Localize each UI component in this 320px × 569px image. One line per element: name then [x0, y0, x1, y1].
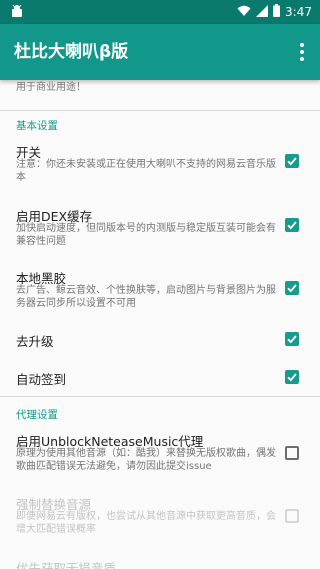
- preference-list[interactable]: 欢迎使用杜比大喇叭，本模块仅供学习交流使用且公开免费，严禁用于商业用途！ 基本设…: [0, 80, 320, 569]
- pref-switch-checkbox[interactable]: [285, 154, 299, 168]
- pref-local-black-checkbox[interactable]: [285, 281, 299, 295]
- pref-dex-cache-summary: 加快启动速度，但同版本号的内测版与稳定版互装可能会有兼容性问题: [16, 223, 276, 247]
- pref-auto-sign-checkbox[interactable]: [285, 370, 299, 384]
- pref-force-replace-summary: 即便网易云有版权，也尝试从其他音源中获取更高音质，会增大匹配错误概率: [16, 511, 276, 535]
- signal-icon: [256, 4, 269, 20]
- section-proxy-settings: 代理设置: [16, 409, 58, 421]
- status-time: 3:47: [285, 5, 312, 19]
- check-icon: [287, 221, 297, 230]
- pref-unblock-checkbox[interactable]: [285, 446, 299, 460]
- battery-icon: [273, 4, 281, 20]
- check-icon: [287, 157, 297, 166]
- status-bar: 3:47: [0, 0, 320, 24]
- welcome-text: 欢迎使用杜比大喇叭，本模块仅供学习交流使用且公开免费，严禁用于商业用途！: [16, 82, 86, 93]
- pref-priority-lossless-title: 优先获取无损音质: [16, 561, 117, 569]
- pref-dex-cache-checkbox[interactable]: [285, 218, 299, 232]
- pref-local-black-summary: 去广告、鲸云音效、个性换肤等，启动图片与背景图片为服务器云同步所以设置不可用: [16, 285, 276, 309]
- divider: [0, 110, 320, 111]
- divider: [0, 396, 320, 397]
- pref-auto-sign-title: 自动签到: [16, 372, 67, 387]
- check-icon: [287, 284, 297, 293]
- check-icon: [287, 373, 297, 382]
- pref-no-upgrade-checkbox[interactable]: [285, 332, 299, 346]
- android-notification-icon: [10, 4, 24, 24]
- section-basic-settings: 基本设置: [16, 120, 58, 132]
- pref-force-replace-checkbox[interactable]: [285, 509, 299, 523]
- wifi-icon: [237, 5, 251, 20]
- check-icon: [287, 335, 297, 344]
- pref-unblock-summary: 原理为使用其他音源（如：酷我）来替换无版权歌曲，偶发歌曲匹配错误无法避免，请勿因…: [16, 448, 276, 472]
- app-bar: 杜比大喇叭β版: [0, 24, 320, 80]
- more-options-icon[interactable]: [290, 40, 314, 64]
- app-title: 杜比大喇叭β版: [14, 42, 129, 62]
- pref-no-upgrade-title: 去升级: [16, 334, 54, 349]
- pref-switch-summary: 注意：你还未安装或正在使用大喇叭不支持的网易云音乐版本: [16, 159, 276, 183]
